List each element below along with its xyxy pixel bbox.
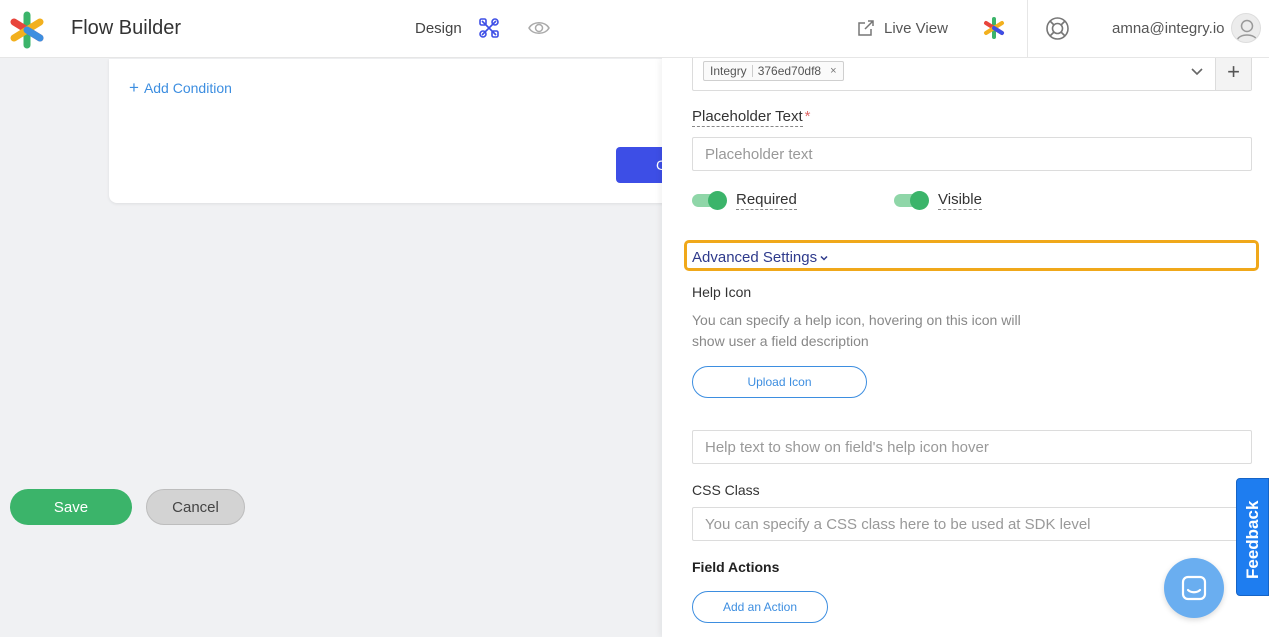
help-text-input[interactable]: Help text to show on field's help icon h… [692, 430, 1252, 464]
placeholder-input[interactable]: Placeholder text [692, 137, 1252, 171]
integration-select[interactable]: Integry 376ed70df8 × + [692, 53, 1252, 91]
top-header: Flow Builder Design Live View amna@integ… [0, 0, 1269, 58]
chat-icon [1181, 575, 1207, 601]
user-email[interactable]: amna@integry.io [1112, 20, 1225, 37]
toggle-knob [910, 191, 929, 210]
tag-id: 376ed70df8 [757, 64, 822, 78]
live-view-label: Live View [884, 19, 948, 37]
remove-tag-icon[interactable]: × [830, 65, 836, 77]
design-tools-icon[interactable] [478, 17, 500, 39]
feedback-label: Feedback [1243, 500, 1262, 579]
external-link-icon [858, 20, 874, 36]
tag-separator [751, 65, 753, 77]
css-class-label: CSS Class [692, 482, 760, 498]
required-asterisk: * [804, 108, 811, 125]
help-lifebuoy-icon[interactable] [1045, 16, 1070, 41]
help-icon-label: Help Icon [692, 284, 752, 300]
add-action-button[interactable]: Add an Action [692, 591, 828, 623]
header-divider [1027, 0, 1028, 58]
placeholder-label-row: Placeholder Text * [692, 108, 811, 127]
integry-small-logo-icon[interactable] [983, 17, 1005, 39]
chevron-down-icon [820, 255, 828, 261]
cancel-button[interactable]: Cancel [146, 489, 245, 525]
live-view-link[interactable]: Live View [857, 17, 948, 39]
app-title: Flow Builder [71, 17, 182, 39]
tag-name: Integry [710, 64, 747, 78]
add-option-button[interactable]: + [1215, 54, 1251, 90]
user-avatar-icon [1236, 19, 1258, 42]
selected-tag: Integry 376ed70df8 × [703, 61, 844, 81]
visible-label: Visible [938, 191, 982, 210]
feedback-tab[interactable]: Feedback [1236, 478, 1269, 596]
advanced-settings-toggle[interactable]: Advanced Settings [692, 249, 829, 266]
required-label: Required [736, 191, 797, 210]
placeholder-label: Placeholder Text [692, 108, 803, 127]
help-icon-description: You can specify a help icon, hovering on… [692, 312, 1021, 349]
save-button[interactable]: Save [10, 489, 132, 525]
plus-icon: + [129, 78, 139, 97]
chevron-down-icon[interactable] [1189, 63, 1205, 79]
add-condition-link[interactable]: + Add Condition [129, 78, 232, 97]
css-class-input[interactable]: You can specify a CSS class here to be u… [692, 507, 1252, 541]
upload-icon-button[interactable]: Upload Icon [692, 366, 867, 398]
add-condition-label: Add Condition [143, 80, 232, 96]
avatar[interactable] [1231, 13, 1261, 43]
plus-icon: + [1227, 59, 1240, 84]
visible-toggle[interactable] [894, 191, 930, 210]
preview-eye-icon[interactable] [528, 19, 550, 37]
tab-design[interactable]: Design [415, 20, 462, 37]
toggle-knob [708, 191, 727, 210]
advanced-settings-label: Advanced Settings [692, 249, 818, 266]
required-toggle[interactable] [692, 191, 728, 210]
chat-launcher-button[interactable] [1164, 558, 1224, 618]
field-actions-label: Field Actions [692, 559, 780, 575]
integry-logo-icon[interactable] [8, 11, 46, 49]
field-settings-panel: Integry 376ed70df8 × + Placeholder Text *… [662, 53, 1269, 637]
